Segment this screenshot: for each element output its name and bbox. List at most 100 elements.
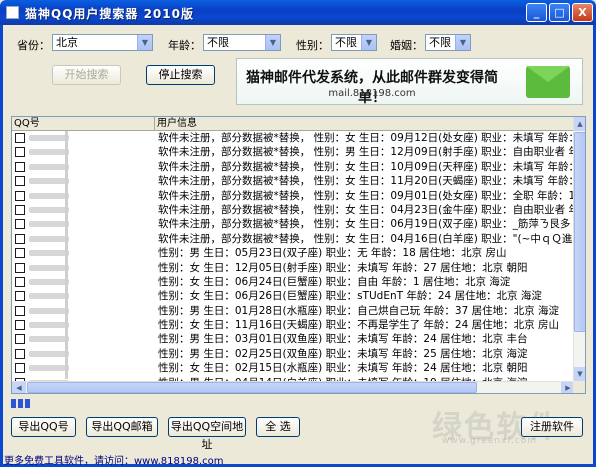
table-row[interactable]: 性别：女 生日：02月15日(水瓶座) 职业：未填写 年龄：24 居住地：北京 … (12, 361, 575, 375)
email-ad-banner[interactable]: 猫神邮件代发系统，从此邮件群发变得简单！ mail.818198.com (236, 58, 583, 106)
column-qq[interactable]: QQ号 (12, 117, 155, 131)
footer-link[interactable]: 更多免费工具软件，请访问：www.818198.com (4, 452, 224, 467)
row-checkbox[interactable] (15, 348, 25, 359)
row-checkbox[interactable] (15, 334, 25, 345)
qq-cell[interactable] (12, 361, 155, 375)
column-user-info[interactable]: 用户信息 (155, 117, 575, 131)
scroll-down-icon[interactable]: ▼ (574, 367, 585, 381)
redacted-qq-number (29, 264, 69, 271)
user-info-cell: 性别：男 生日：05月23日(双子座) 职业：无 年龄：18 居住地：北京 房山 (158, 247, 507, 260)
redacted-qq-number (29, 135, 69, 141)
gender-value: 不限 (335, 36, 357, 49)
redacted-qq-number (29, 178, 69, 185)
register-button[interactable]: 注册软件 (521, 417, 583, 437)
qq-cell[interactable] (12, 304, 155, 318)
qq-cell[interactable] (12, 189, 155, 203)
qq-cell[interactable] (12, 332, 155, 346)
table-row[interactable]: 软件未注册，部分数据被*替换， 性别：女 生日：04月23日(金牛座) 职业：自… (12, 203, 575, 217)
row-checkbox[interactable] (15, 133, 25, 143)
window-title: 猫神QQ用户搜索器 2010版 (25, 7, 194, 21)
row-checkbox[interactable] (15, 320, 25, 331)
row-checkbox[interactable] (15, 262, 25, 273)
results-table[interactable]: QQ号 用户信息 软件未注册，部分数据被*替换， 性别：女 生日：09月12日(… (11, 116, 586, 394)
user-info-cell: 软件未注册，部分数据被*替换， 性别：女 生日：11月20日(天蝎座) 职业：未… (158, 175, 575, 188)
vertical-scrollbar[interactable]: ▲ ▼ (573, 117, 585, 381)
user-info-cell: 软件未注册，部分数据被*替换， 性别：女 生日：09月12日(处女座) 职业：未… (158, 132, 575, 144)
close-window-button[interactable]: X (572, 3, 593, 22)
scroll-corner (573, 381, 585, 393)
export-space-button[interactable]: 导出QQ空间地址 (168, 417, 246, 451)
horizontal-scroll-thumb[interactable] (27, 382, 477, 393)
row-checkbox[interactable] (15, 248, 25, 259)
table-row[interactable]: 软件未注册，部分数据被*替换， 性别：女 生日：04月16日(白羊座) 职业："… (12, 232, 575, 246)
table-row[interactable]: 性别：女 生日：06月26日(巨蟹座) 职业：sTUdEnT 年龄：24 居住地… (12, 289, 575, 303)
qq-cell[interactable] (12, 145, 155, 159)
age-select[interactable]: 不限 ▼ (203, 34, 281, 51)
banner-headline: 猫神邮件代发系统，从此邮件群发变得简单！ (246, 70, 498, 106)
row-checkbox[interactable] (15, 147, 25, 158)
table-row[interactable]: 软件未注册，部分数据被*替换， 性别：男 生日：12月09日(射手座) 职业：自… (12, 145, 575, 159)
table-row[interactable]: 性别：男 生日：03月01日(双鱼座) 职业：未填写 年龄：24 居住地：北京 … (12, 332, 575, 346)
horizontal-scrollbar[interactable]: ◀ ▶ (12, 381, 575, 393)
province-select[interactable]: 北京 ▼ (52, 34, 153, 51)
marriage-select[interactable]: 不限 ▼ (425, 34, 471, 51)
table-row[interactable]: 性别：男 生日：02月25日(双鱼座) 职业：未填写 年龄：25 居住地：北京 … (12, 347, 575, 361)
export-qq-button[interactable]: 导出QQ号 (11, 417, 76, 437)
qq-cell[interactable] (12, 261, 155, 275)
chevron-down-icon[interactable]: ▼ (455, 35, 470, 50)
redacted-qq-number (29, 350, 69, 357)
row-checkbox[interactable] (15, 219, 25, 230)
table-row[interactable]: 软件未注册，部分数据被*替换， 性别：女 生日：10月09日(天秤座) 职业：未… (12, 160, 575, 174)
row-checkbox[interactable] (15, 204, 25, 215)
row-checkbox[interactable] (15, 291, 25, 302)
qq-cell[interactable] (12, 217, 155, 231)
qq-cell[interactable] (12, 347, 155, 361)
chevron-down-icon[interactable]: ▼ (265, 35, 280, 50)
qq-cell[interactable] (12, 275, 155, 289)
table-row[interactable]: 软件未注册，部分数据被*替换， 性别：女 生日：11月20日(天蝎座) 职业：未… (12, 174, 575, 188)
chevron-down-icon[interactable]: ▼ (361, 35, 376, 50)
vertical-scroll-thumb[interactable] (574, 132, 585, 332)
row-checkbox[interactable] (15, 176, 25, 187)
user-info-cell: 软件未注册，部分数据被*替换， 性别：男 生日：12月09日(射手座) 职业：自… (158, 146, 575, 159)
row-checkbox[interactable] (15, 305, 25, 316)
title-bar: 猫神QQ用户搜索器 2010版 _ □ X (0, 0, 596, 25)
stop-search-button[interactable]: 停止搜索 (146, 65, 215, 85)
table-row[interactable]: 性别：女 生日：06月24日(巨蟹座) 职业：自由 年龄：1 居住地：北京 海淀 (12, 275, 575, 289)
qq-cell[interactable] (12, 318, 155, 332)
qq-cell[interactable] (12, 289, 155, 303)
user-info-cell: 性别：女 生日：12月05日(射手座) 职业：未填写 年龄：27 居住地：北京 … (158, 261, 528, 274)
table-header: QQ号 用户信息 (12, 117, 575, 131)
scroll-up-icon[interactable]: ▲ (574, 117, 585, 131)
gender-select[interactable]: 不限 ▼ (331, 34, 377, 51)
redacted-qq-number (29, 307, 69, 314)
export-email-button[interactable]: 导出QQ邮箱 (86, 417, 158, 437)
table-row[interactable]: 软件未注册，部分数据被*替换， 性别：女 生日：06月19日(双子座) 职业：_… (12, 217, 575, 231)
table-row[interactable]: 性别：女 生日：12月05日(射手座) 职业：未填写 年龄：27 居住地：北京 … (12, 261, 575, 275)
row-checkbox[interactable] (15, 161, 25, 172)
qq-cell[interactable] (12, 174, 155, 188)
qq-cell[interactable] (12, 160, 155, 174)
province-value: 北京 (56, 36, 78, 49)
qq-cell[interactable] (12, 203, 155, 217)
table-row[interactable]: 软件未注册，部分数据被*替换， 性别：女 生日：09月01日(处女座) 职业：全… (12, 189, 575, 203)
row-checkbox[interactable] (15, 363, 25, 374)
qq-cell[interactable] (12, 131, 155, 145)
user-info-cell: 软件未注册，部分数据被*替换， 性别：女 生日：04月16日(白羊座) 职业："… (158, 232, 575, 245)
start-search-button[interactable]: 开始搜索 (52, 65, 121, 85)
table-row[interactable]: 性别：男 生日：05月23日(双子座) 职业：无 年龄：18 居住地：北京 房山 (12, 246, 575, 260)
table-row[interactable]: 性别：女 生日：11月16日(天蝎座) 职业：不再是学生了 年龄：24 居住地：… (12, 318, 575, 332)
chevron-down-icon[interactable]: ▼ (137, 35, 152, 50)
qq-cell[interactable] (12, 232, 155, 246)
minimize-button[interactable]: _ (526, 3, 547, 22)
row-checkbox[interactable] (15, 276, 25, 287)
qq-cell[interactable] (12, 246, 155, 260)
select-all-button[interactable]: 全 选 (256, 417, 300, 437)
table-row[interactable]: 软件未注册，部分数据被*替换， 性别：女 生日：09月12日(处女座) 职业：未… (12, 131, 575, 145)
maximize-button[interactable]: □ (549, 3, 570, 22)
redacted-qq-number (29, 192, 69, 199)
table-row[interactable]: 性别：男 生日：01月28日(水瓶座) 职业：自己烘自己玩 年龄：37 居住地：… (12, 304, 575, 318)
row-checkbox[interactable] (15, 233, 25, 244)
scroll-left-icon[interactable]: ◀ (12, 382, 26, 393)
row-checkbox[interactable] (15, 190, 25, 201)
